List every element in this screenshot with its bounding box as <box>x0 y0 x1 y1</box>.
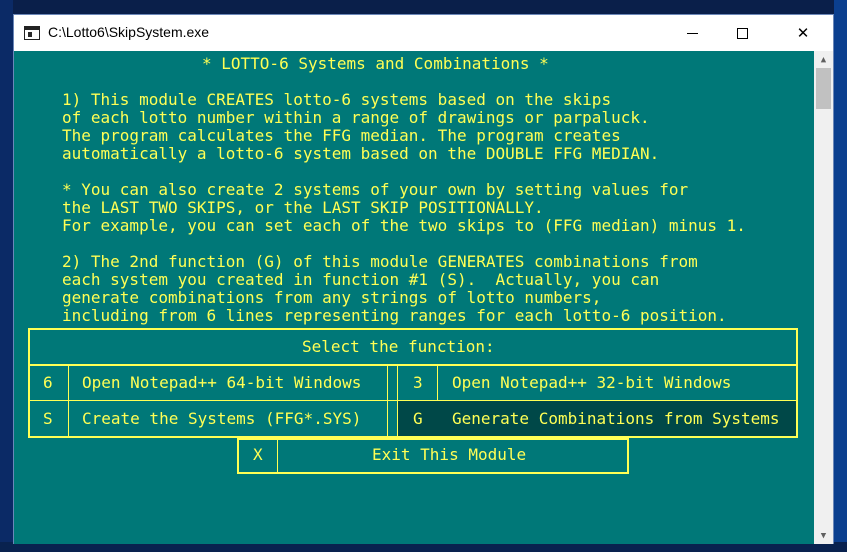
text-line-1: 1) This module CREATES lotto-6 systems b… <box>62 90 612 109</box>
menu-label: Generate Combinations from Systems <box>452 409 780 428</box>
desktop-left-edge <box>0 0 13 552</box>
text-line-3: The program calculates the FFG median. T… <box>62 126 621 145</box>
exit-key-divider <box>277 440 278 472</box>
menu-key: S <box>43 409 53 428</box>
text-line-9: each system you created in function #1 (… <box>62 270 660 289</box>
menu-key-divider-left <box>68 366 69 436</box>
menu-label: Open Notepad++ 64-bit Windows <box>82 373 362 392</box>
scroll-up-button[interactable]: ▲ <box>814 51 833 68</box>
text-line-4: automatically a lotto-6 system based on … <box>62 144 660 163</box>
text-line-8: 2) The 2nd function (G) of this module G… <box>62 252 698 271</box>
console-app-icon[interactable] <box>24 26 40 40</box>
window-title: C:\Lotto6\SkipSystem.exe <box>48 24 210 40</box>
menu-center-divider-a <box>387 366 388 436</box>
text-line-11: including from 6 lines representing rang… <box>62 306 727 325</box>
text-line-2: of each lotto number within a range of d… <box>62 108 650 127</box>
close-button[interactable]: ✕ <box>780 15 826 51</box>
menu-key: 3 <box>413 373 423 392</box>
scroll-down-button[interactable]: ▼ <box>814 527 833 544</box>
maximize-button[interactable] <box>719 15 765 51</box>
console-area[interactable]: * LOTTO-6 Systems and Combinations * 1) … <box>14 51 814 544</box>
menu-key: G <box>413 409 423 428</box>
text-line-7: For example, you can set each of the two… <box>62 216 746 235</box>
text-line-6: the LAST TWO SKIPS, or the LAST SKIP POS… <box>62 198 544 217</box>
vertical-scrollbar[interactable]: ▲ ▼ <box>814 51 833 544</box>
minimize-button[interactable] <box>669 15 715 51</box>
menu-key: X <box>253 445 263 464</box>
title-bar[interactable]: C:\Lotto6\SkipSystem.exe ✕ <box>14 15 833 51</box>
module-header: * LOTTO-6 Systems and Combinations * <box>202 54 549 73</box>
minimize-icon <box>686 32 698 34</box>
console-window: C:\Lotto6\SkipSystem.exe ✕ * LOTTO-6 Sys… <box>13 14 834 544</box>
desktop-right-edge <box>834 0 847 552</box>
menu-title: Select the function: <box>302 337 495 356</box>
text-line-10: generate combinations from any strings o… <box>62 288 602 307</box>
close-icon: ✕ <box>796 25 810 42</box>
text-line-5: * You can also create 2 systems of your … <box>62 180 689 199</box>
menu-label: Exit This Module <box>372 445 527 464</box>
menu-key: 6 <box>43 373 53 392</box>
chevron-down-icon: ▼ <box>820 530 827 541</box>
menu-label: Create the Systems (FFG*.SYS) <box>82 409 362 428</box>
chevron-up-icon: ▲ <box>820 54 827 65</box>
menu-label: Open Notepad++ 32-bit Windows <box>452 373 732 392</box>
scrollbar-thumb[interactable] <box>816 68 831 109</box>
maximize-icon <box>736 27 748 39</box>
